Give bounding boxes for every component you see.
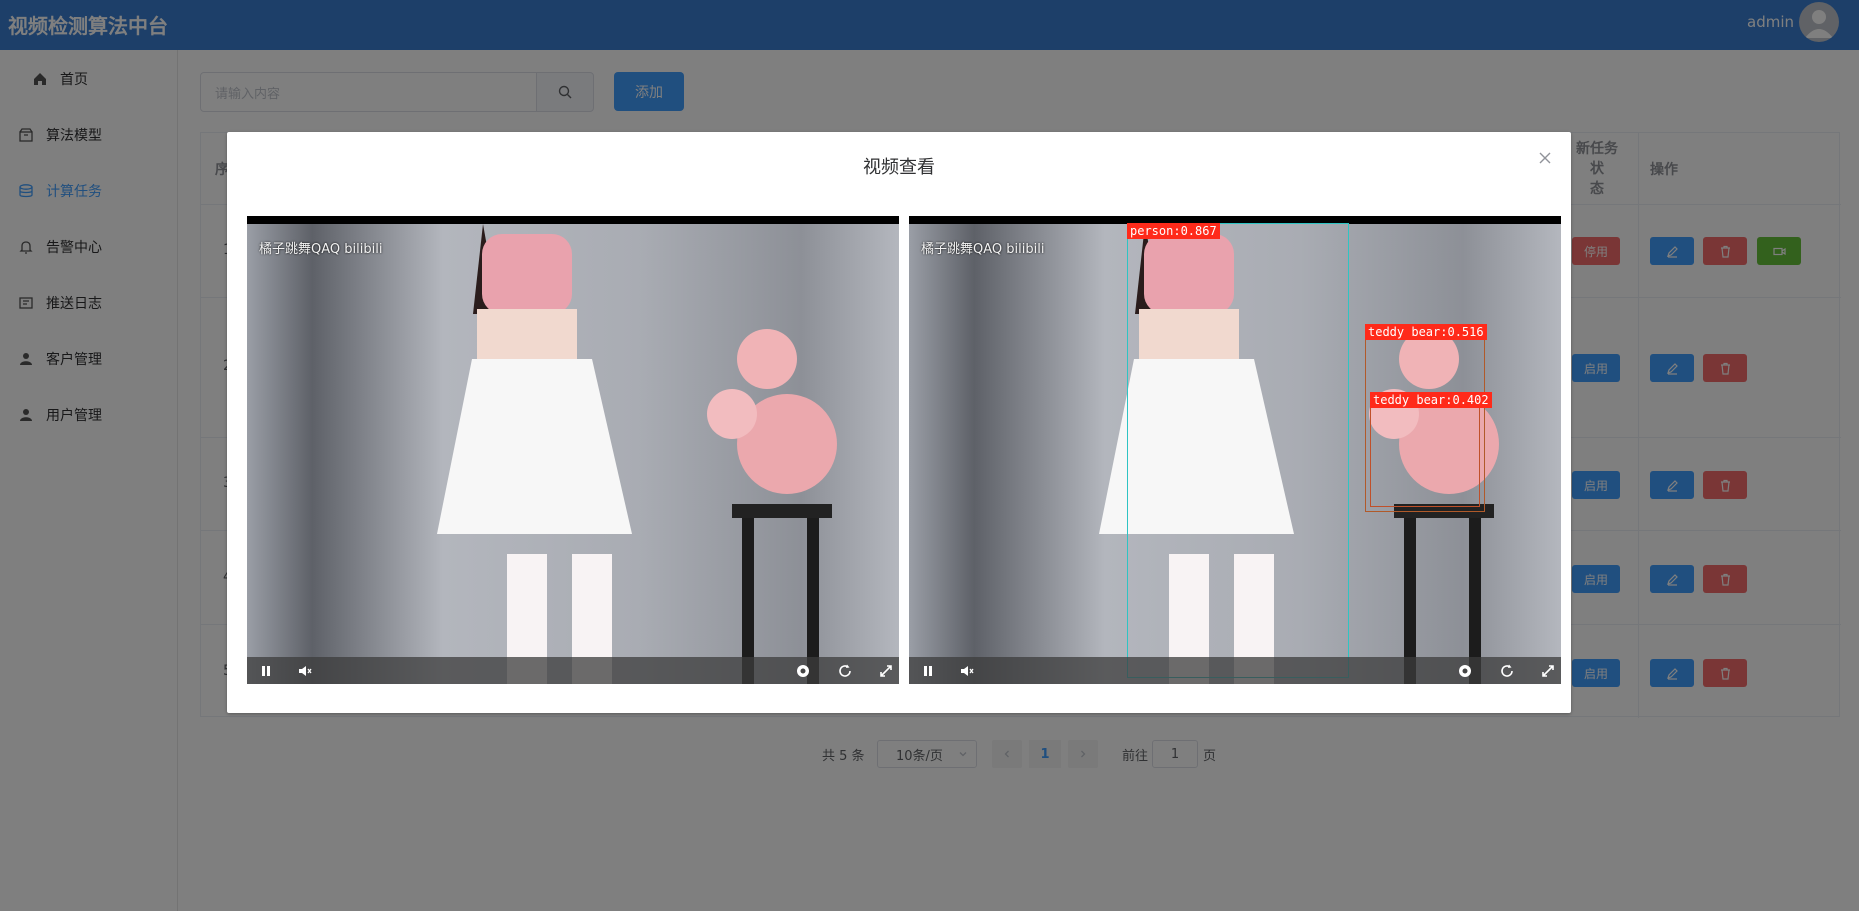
video-watermark: 橘子跳舞QAQ bilibili	[921, 242, 1045, 257]
fullscreen-icon[interactable]	[878, 663, 894, 679]
screenshot-icon[interactable]	[1457, 663, 1473, 679]
detection-box-teddy-bear	[1370, 392, 1480, 507]
pause-icon[interactable]	[258, 663, 274, 679]
video-watermark: 橘子跳舞QAQ bilibili	[259, 242, 383, 257]
detection-video-player[interactable]: 橘子跳舞QAQ bilibili person:0.867 teddy bear…	[909, 216, 1561, 684]
refresh-icon[interactable]	[1499, 663, 1515, 679]
video-controls	[247, 657, 899, 684]
video-view-dialog: 视频查看 橘子跳舞QAQ bilibili 橘子跳舞QAQ bilibili p…	[227, 132, 1571, 713]
detection-label-teddy-bear: teddy bear:0.402	[1370, 392, 1492, 408]
detection-label-teddy-bear: teddy bear:0.516	[1365, 324, 1487, 340]
mute-icon[interactable]	[297, 663, 313, 679]
refresh-icon[interactable]	[837, 663, 853, 679]
video-controls	[909, 657, 1561, 684]
screenshot-icon[interactable]	[795, 663, 811, 679]
fullscreen-icon[interactable]	[1540, 663, 1556, 679]
dialog-title: 视频查看	[863, 157, 935, 178]
video-frame	[247, 224, 899, 684]
original-video-player[interactable]: 橘子跳舞QAQ bilibili	[247, 216, 899, 684]
pause-icon[interactable]	[920, 663, 936, 679]
detection-label-person: person:0.867	[1127, 223, 1220, 239]
detection-box-person	[1127, 223, 1349, 678]
mute-icon[interactable]	[959, 663, 975, 679]
close-icon[interactable]	[1537, 150, 1553, 166]
